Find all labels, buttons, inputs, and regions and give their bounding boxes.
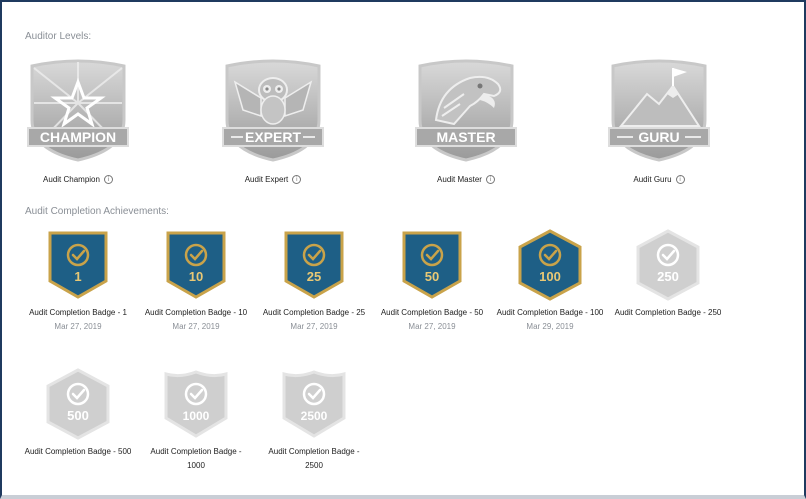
info-icon[interactable]: i <box>675 175 685 184</box>
info-icon[interactable]: i <box>103 175 113 184</box>
badge-emblem-icon: 1 <box>48 231 108 299</box>
level-banner-text: EXPERT <box>245 129 301 145</box>
level-label: Audit Guru <box>633 175 672 184</box>
badge-number: 2500 <box>301 409 328 423</box>
champion-shield-icon: CHAMPION <box>27 59 129 162</box>
achievement-badge[interactable]: 1 Audit Completion Badge - 1 Mar 27, 2019 <box>23 229 133 334</box>
badge-label: Audit Completion Badge - 1000 <box>150 447 242 470</box>
badge-label: Audit Completion Badge - 25 <box>262 308 366 317</box>
badge-emblem-icon: 100 <box>518 229 582 301</box>
achievements-title: Audit Completion Achievements: <box>25 206 169 217</box>
achievement-badge[interactable]: 10 Audit Completion Badge - 10 Mar 27, 201… <box>141 229 251 334</box>
badge-number: 25 <box>307 269 321 284</box>
achievement-badge[interactable]: 50 Audit Completion Badge - 50 Mar 27, 201… <box>377 229 487 334</box>
guru-shield-icon: GURU <box>608 59 710 162</box>
locked-badge-emblem-icon: 2500 <box>282 370 346 438</box>
badge-emblem-icon: 50 <box>402 231 462 299</box>
badge-number: 50 <box>425 269 439 284</box>
badge-emblem-icon: 25 <box>284 231 344 299</box>
level-banner-text: GURU <box>638 129 679 145</box>
level-label: Audit Expert <box>244 175 289 184</box>
auditor-levels-title: Auditor Levels: <box>25 31 92 42</box>
info-icon[interactable]: i <box>485 175 495 184</box>
badge-label: Audit Completion Badge - 1 <box>29 308 127 317</box>
badge-emblem-icon: 10 <box>166 231 226 299</box>
badge-date: Mar 27, 2019 <box>408 322 456 331</box>
level-label: Audit Master <box>437 175 482 184</box>
level-guru[interactable]: GURU Audit Guru i <box>589 58 729 187</box>
level-banner-text: CHAMPION <box>40 129 116 145</box>
badge-date: Mar 27, 2019 <box>54 322 102 331</box>
badge-number: 100 <box>539 269 561 284</box>
achievement-badge[interactable]: 250 Audit Completion Badge - 250 <box>613 229 723 320</box>
info-icon[interactable]: i <box>292 175 302 184</box>
badge-number: 250 <box>657 269 679 284</box>
level-banner-text: MASTER <box>436 129 495 145</box>
badge-label: Audit Completion Badge - 250 <box>614 308 722 317</box>
badge-label: Audit Completion Badge - 2500 <box>268 447 360 470</box>
badge-label: Audit Completion Badge - 500 <box>24 447 132 456</box>
badge-label: Audit Completion Badge - 100 <box>496 308 604 317</box>
locked-badge-emblem-icon: 250 <box>636 229 700 301</box>
badge-date: Mar 27, 2019 <box>290 322 338 331</box>
level-label: Audit Champion <box>43 175 100 184</box>
badge-label: Audit Completion Badge - 10 <box>144 308 248 317</box>
achievement-badge[interactable]: 25 Audit Completion Badge - 25 Mar 27, 201… <box>259 229 369 334</box>
badge-label: Audit Completion Badge - 50 <box>380 308 484 317</box>
badge-number: 1000 <box>183 409 210 423</box>
achievement-badge[interactable]: 500 Audit Completion Badge - 500 <box>23 368 133 459</box>
achievements-panel: Auditor Levels: CHAMPION Audit Champion … <box>0 0 806 499</box>
badge-number: 10 <box>189 269 203 284</box>
badge-number: 500 <box>67 408 89 423</box>
locked-badge-emblem-icon: 500 <box>46 368 110 440</box>
achievement-badge[interactable]: 2500 Audit Completion Badge - 2500 <box>259 368 369 473</box>
badge-date: Mar 29, 2019 <box>526 322 574 331</box>
locked-badge-emblem-icon: 1000 <box>164 370 228 438</box>
achievement-badge[interactable]: 100 Audit Completion Badge - 100 Mar 29, 2… <box>495 229 605 334</box>
level-expert[interactable]: EXPERT Audit Expert i <box>203 58 343 187</box>
expert-shield-icon: EXPERT <box>222 59 324 162</box>
master-shield-icon: MASTER <box>415 59 517 162</box>
level-champion[interactable]: CHAMPION Audit Champion i <box>8 58 148 187</box>
badge-number: 1 <box>74 269 81 284</box>
badge-date: Mar 27, 2019 <box>172 322 220 331</box>
achievement-badge[interactable]: 1000 Audit Completion Badge - 1000 <box>141 368 251 473</box>
level-master[interactable]: MASTER Audit Master i <box>396 58 536 187</box>
